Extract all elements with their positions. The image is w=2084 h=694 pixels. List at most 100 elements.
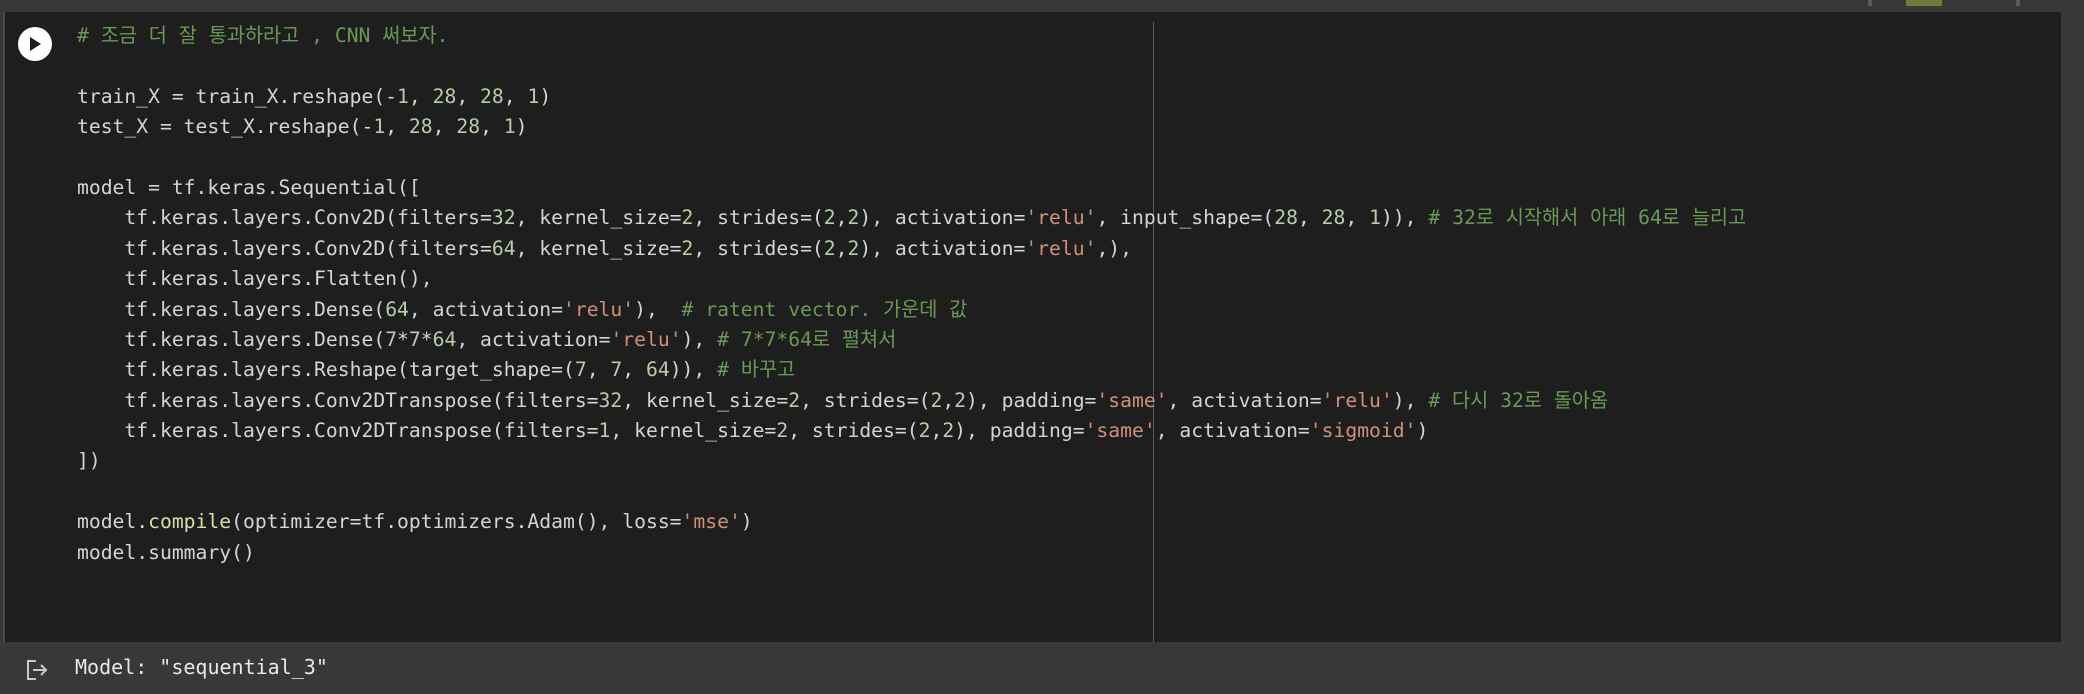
code-number: 2 [823,236,836,260]
code-number: 64 [385,297,409,321]
code-string: 'mse' [681,510,741,534]
code-token: model.summary() [77,540,255,564]
code-line: tf.keras.layers.Conv2D(filters=64, kerne… [77,234,1746,264]
code-number: 2 [681,236,694,260]
code-token: , [456,84,481,108]
code-token: tf.keras.layers.Dense( [77,297,386,321]
code-number: 2 [776,419,789,443]
code-token: , strides=( [788,419,919,443]
code-token: , [1345,206,1370,230]
code-number: 7 [574,358,587,382]
code-token: , kernel_size= [610,419,777,443]
code-number: 2 [788,388,801,412]
code-comment: # 조금 더 잘 통과하라고 , CNN 써보자. [77,24,449,47]
code-token: ), [634,297,682,321]
code-token: train_X = train_X.reshape(- [77,84,398,108]
code-line: model.summary() [77,538,1746,568]
code-line: ]) [77,446,1746,476]
code-token: , activation= [408,297,563,321]
code-string: 'relu' [563,297,635,321]
code-token: , [503,84,528,108]
code-number: 1 [373,115,386,139]
code-token: , [408,84,433,108]
run-cell-button[interactable] [18,27,52,61]
code-token: test_X = test_X.reshape(- [77,115,374,139]
code-token: ) [740,510,753,534]
code-token: )), [669,358,718,382]
code-token: ]) [77,449,101,473]
play-icon [30,37,41,51]
code-line: tf.keras.layers.Conv2D(filters=32, kerne… [77,203,1746,233]
code-number: 2 [930,388,943,412]
code-token: ), padding= [954,419,1085,443]
code-token: , [432,115,457,139]
code-token: model = tf.keras.Sequential([ [77,175,421,199]
code-number: 32 [491,206,516,230]
code-string: 'relu' [1025,206,1097,230]
code-editor[interactable]: # 조금 더 잘 통과하라고 , CNN 써보자. train_X = trai… [77,21,1746,568]
code-number: 1 [598,419,611,443]
code-token: , input_shape=( [1096,206,1275,230]
code-line: tf.keras.layers.Dense(7*7*64, activation… [77,325,1746,355]
code-token: * [420,327,433,351]
code-token: , kernel_size= [515,206,682,230]
code-number: 28 [1274,206,1298,230]
code-token: tf.keras.layers.Conv2DTranspose(filters= [77,388,599,412]
code-number: 64 [645,358,670,382]
code-number: 7 [610,358,623,382]
code-number: 2 [847,206,860,230]
code-token: ,), [1096,236,1132,260]
code-token: tf.keras.layers.Flatten(), [77,267,433,291]
code-token: , [385,115,409,139]
code-comment: # 다시 32로 돌아옴 [1428,388,1609,412]
toolbar-fragment [1906,0,1942,6]
code-comment: # ratent vector. 가운데 값 [681,297,968,321]
code-number: 64 [491,236,516,260]
code-comment: # 7*7*64로 펼쳐서 [717,327,897,351]
code-token: , kernel_size= [622,388,789,412]
code-number: 2 [681,206,694,230]
code-token: model. [77,510,149,534]
toolbar-fragment [1868,0,1872,6]
code-number: 28 [1321,206,1346,230]
output-redirect-icon[interactable] [24,658,50,682]
code-token: ), padding= [966,388,1097,412]
code-token: , [942,388,955,412]
code-token: , activation= [456,327,611,351]
code-token: , activation= [1167,388,1322,412]
code-token: tf.keras.layers.Conv2D(filters= [77,206,492,230]
code-number: 2 [847,236,860,260]
output-text: Model: "sequential_3" [75,655,328,679]
code-token: , strides=( [800,388,931,412]
code-number: 7 [385,327,398,351]
code-number: 32 [598,388,623,412]
notebook-toolbar-strip [0,0,2084,12]
code-line: tf.keras.layers.Dense(64, activation='re… [77,295,1746,325]
code-token: ), activation= [859,236,1026,260]
code-string: 'relu' [610,327,682,351]
code-token: , [622,358,646,382]
code-string: 'relu' [1025,236,1097,260]
output-area: Model: "sequential_3" [0,642,2084,694]
code-line: test_X = test_X.reshape(-1, 28, 28, 1) [77,112,1746,142]
code-number: 2 [942,419,955,443]
code-number: 2 [954,388,967,412]
code-number: 28 [432,84,457,108]
code-number: 28 [408,115,433,139]
code-number: 28 [456,115,481,139]
code-token: tf.keras.layers.Conv2D(filters= [77,236,492,260]
code-line: tf.keras.layers.Conv2DTranspose(filters=… [77,416,1746,446]
code-token: ) [1416,419,1429,443]
code-token: ) [539,84,552,108]
code-token: , activation= [1155,419,1310,443]
code-line: model.compile(optimizer=tf.optimizers.Ad… [77,507,1746,537]
code-line: tf.keras.layers.Reshape(target_shape=(7,… [77,355,1746,385]
code-token: ) [515,115,528,139]
code-token: tf.keras.layers.Dense( [77,327,386,351]
code-string: 'relu' [1321,388,1393,412]
code-string: 'sigmoid' [1309,419,1417,443]
code-number: 1 [1369,206,1381,230]
